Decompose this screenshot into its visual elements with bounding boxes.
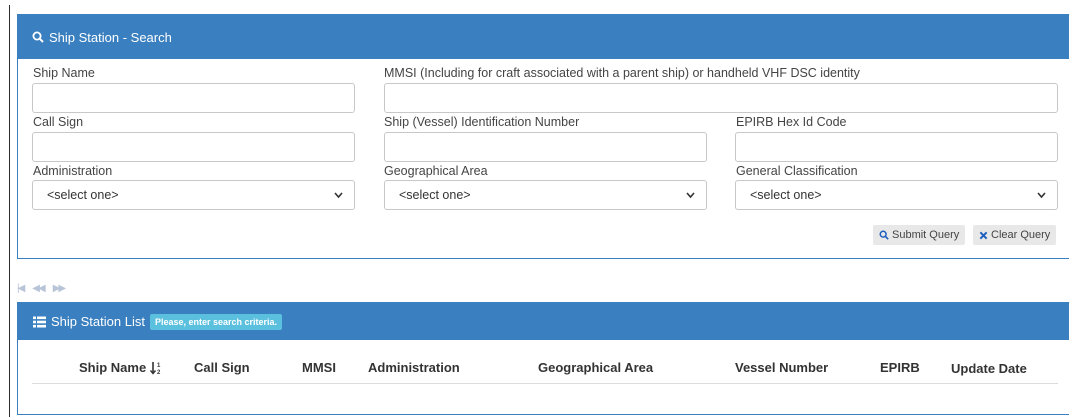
- geo-area-label: Geographical Area: [384, 164, 488, 178]
- clear-query-button[interactable]: Clear Query: [973, 225, 1057, 245]
- geo-area-select[interactable]: <select one>: [384, 180, 707, 210]
- classification-select[interactable]: <select one>: [735, 180, 1058, 210]
- call-sign-label: Call Sign: [33, 115, 84, 129]
- chevron-down-icon: [685, 189, 696, 204]
- vessel-id-input[interactable]: [384, 132, 707, 162]
- classification-label: General Classification: [736, 164, 858, 178]
- column-header-vessel-number[interactable]: Vessel Number: [735, 360, 828, 375]
- column-header-mmsi[interactable]: MMSI: [302, 360, 336, 375]
- table-header-divider: [32, 383, 1058, 384]
- list-panel: Ship Station List Please, enter search c…: [17, 302, 1069, 415]
- search-panel-title: Ship Station - Search: [49, 29, 172, 45]
- administration-selected: <select one>: [47, 188, 119, 202]
- column-header-label: Ship Name: [79, 360, 147, 375]
- status-badge: Please, enter search criteria.: [149, 313, 283, 330]
- mmsi-label: MMSI (Including for craft associated wit…: [384, 66, 860, 80]
- epirb-input[interactable]: [735, 132, 1058, 162]
- administration-select[interactable]: <select one>: [32, 180, 355, 210]
- first-page-icon[interactable]: |◀: [17, 283, 25, 294]
- clear-query-label: Clear Query: [991, 229, 1051, 241]
- svg-text:2: 2: [157, 370, 161, 375]
- next-page-icon[interactable]: ▶▶: [53, 283, 66, 294]
- vessel-id-label: Ship (Vessel) Identification Number: [384, 115, 580, 129]
- pagination: |◀ ◀◀ ▶▶: [17, 283, 66, 294]
- list-icon: [33, 316, 46, 328]
- administration-label: Administration: [33, 164, 113, 178]
- submit-query-button[interactable]: Submit Query: [873, 225, 966, 245]
- ship-name-input[interactable]: [32, 83, 355, 113]
- column-header-update-date[interactable]: Update Date: [951, 361, 1027, 376]
- search-icon: [879, 230, 889, 240]
- mmsi-input[interactable]: [384, 83, 1058, 113]
- previous-page-icon[interactable]: ◀◀: [32, 283, 45, 294]
- column-header-geographical-area[interactable]: Geographical Area: [538, 360, 653, 375]
- column-header-epirb[interactable]: EPIRB: [880, 360, 920, 375]
- svg-text:1: 1: [157, 363, 161, 369]
- close-icon: [979, 231, 988, 240]
- window-top-edge: [9, 0, 1069, 5]
- column-header-ship-name[interactable]: Ship Name 12: [79, 360, 162, 375]
- list-panel-title: Ship Station List: [51, 314, 145, 329]
- search-icon: [32, 31, 44, 43]
- geo-area-selected: <select one>: [399, 188, 471, 202]
- column-header-call-sign[interactable]: Call Sign: [194, 360, 250, 375]
- epirb-label: EPIRB Hex Id Code: [736, 115, 847, 129]
- search-panel-header: Ship Station - Search: [18, 15, 1069, 59]
- classification-selected: <select one>: [750, 188, 822, 202]
- chevron-down-icon: [1036, 189, 1047, 204]
- call-sign-input[interactable]: [32, 132, 355, 162]
- chevron-down-icon: [333, 189, 344, 204]
- column-header-administration[interactable]: Administration: [368, 360, 460, 375]
- sort-numeric-icon: 12: [150, 361, 162, 375]
- list-panel-header: Ship Station List Please, enter search c…: [18, 303, 1069, 340]
- submit-query-label: Submit Query: [892, 229, 960, 241]
- window-left-edge: [0, 0, 10, 417]
- ship-name-label: Ship Name: [33, 66, 95, 80]
